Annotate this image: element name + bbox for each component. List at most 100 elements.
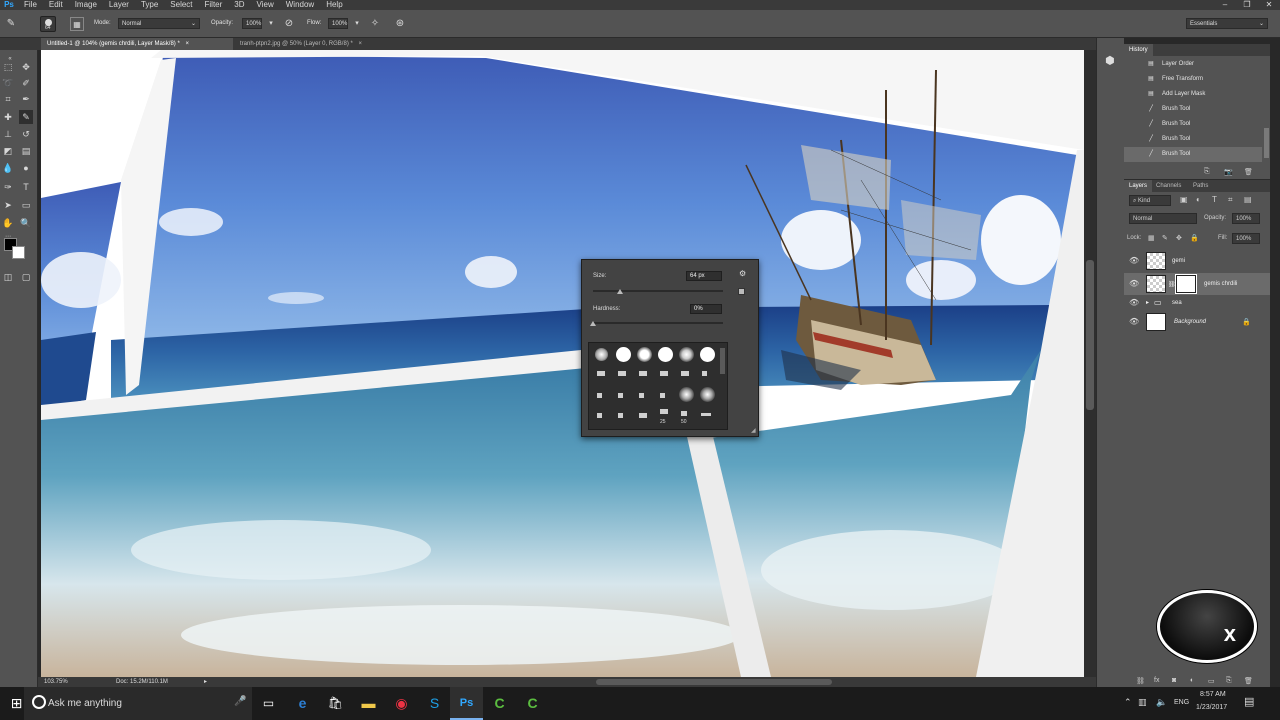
- gear-icon[interactable]: ⚙: [739, 269, 746, 278]
- network-icon[interactable]: ▥: [1138, 697, 1147, 708]
- tab-history[interactable]: History: [1124, 44, 1153, 56]
- link-layers-icon[interactable]: ⛓: [1136, 677, 1145, 685]
- flow-input[interactable]: 100%: [328, 18, 348, 29]
- brush-preset-hard-round-2[interactable]: [658, 347, 673, 362]
- size-slider-knob[interactable]: [617, 289, 624, 294]
- lasso-tool-icon[interactable]: ➰: [1, 76, 15, 90]
- menu-view[interactable]: View: [251, 0, 280, 10]
- brush-preset-tip[interactable]: [639, 413, 647, 418]
- cortana-search-box[interactable]: Ask me anything 🎤: [24, 687, 252, 720]
- history-scroll-thumb[interactable]: [1264, 128, 1269, 158]
- brush-preset-tip[interactable]: [597, 371, 605, 376]
- chrome-icon[interactable]: ◉: [385, 687, 418, 720]
- clone-stamp-tool-icon[interactable]: ⊥: [1, 127, 15, 141]
- filter-type-icon[interactable]: T: [1212, 195, 1217, 204]
- menu-layer[interactable]: Layer: [103, 0, 135, 10]
- brush-preset-tip[interactable]: [702, 371, 707, 376]
- brush-preset-tip[interactable]: [597, 413, 602, 418]
- menu-3d[interactable]: 3D: [228, 0, 250, 10]
- crop-tool-icon[interactable]: ⌗: [1, 92, 15, 106]
- mode-select[interactable]: Normal ⌄: [118, 18, 200, 29]
- type-tool-icon[interactable]: T: [19, 180, 33, 194]
- eye-icon[interactable]: 👁: [1129, 298, 1139, 308]
- filter-pixel-icon[interactable]: ▣: [1180, 195, 1188, 204]
- tab-paths[interactable]: Paths: [1188, 180, 1213, 192]
- blur-tool-icon[interactable]: 💧: [1, 161, 15, 175]
- menu-window[interactable]: Window: [280, 0, 320, 10]
- layer-row-gemis-chrdili[interactable]: 👁 ⛓ gemis chrdili: [1124, 273, 1270, 295]
- new-group-icon[interactable]: ▭: [1208, 677, 1215, 685]
- filter-smart-object-icon[interactable]: ▤: [1244, 195, 1252, 204]
- blend-mode-select[interactable]: Normal: [1129, 213, 1197, 224]
- gradient-tool-icon[interactable]: ▤: [19, 144, 33, 158]
- status-menu-arrow-icon[interactable]: ▸: [204, 677, 207, 687]
- trash-icon[interactable]: 🗑: [1244, 168, 1253, 176]
- history-item[interactable]: ▤ Layer Order: [1124, 57, 1262, 72]
- brush-preset-picker[interactable]: 64: [40, 16, 56, 32]
- workspace-select[interactable]: Essentials ⌄: [1186, 18, 1268, 29]
- filter-shape-icon[interactable]: ⌗: [1228, 195, 1233, 205]
- pressure-opacity-icon[interactable]: ⊘: [282, 17, 296, 31]
- layer-filter-select[interactable]: ⌕ Kind: [1129, 195, 1171, 206]
- brush-preset-soft-round[interactable]: [637, 347, 652, 362]
- hardness-input[interactable]: 0%: [690, 304, 722, 314]
- layer-style-fx-icon[interactable]: fx: [1154, 677, 1159, 684]
- camtasia-icon[interactable]: C: [516, 687, 549, 720]
- microphone-icon[interactable]: 🎤: [234, 696, 246, 707]
- expand-group-icon[interactable]: ▸: [1146, 299, 1149, 306]
- brush-preset-tip[interactable]: [660, 409, 668, 414]
- opacity-dropdown-icon[interactable]: ▾: [264, 17, 278, 31]
- skype-icon[interactable]: S: [418, 687, 451, 720]
- task-view-icon[interactable]: ▭: [252, 687, 285, 720]
- add-mask-icon[interactable]: ◙: [1172, 677, 1176, 684]
- presets-scroll-thumb[interactable]: [720, 348, 725, 374]
- size-input[interactable]: 64 px: [686, 271, 722, 281]
- marquee-tool-icon[interactable]: ⬚: [1, 60, 15, 74]
- horizontal-scroll-thumb[interactable]: [596, 679, 832, 685]
- close-icon[interactable]: ×: [359, 41, 363, 47]
- layer-opacity-input[interactable]: 100%: [1232, 213, 1260, 224]
- screen-mode-icon[interactable]: ▢: [19, 270, 33, 284]
- tab-untitled-1[interactable]: Untitled-1 @ 104% (gemis chrdili, Layer …: [41, 38, 233, 50]
- lock-pixels-icon[interactable]: ✎: [1162, 234, 1168, 242]
- quick-select-tool-icon[interactable]: ✐: [19, 76, 33, 90]
- tab-layers[interactable]: Layers: [1124, 180, 1153, 192]
- pressure-size-icon[interactable]: ⊛: [393, 17, 407, 31]
- brush-preset-tip[interactable]: [618, 371, 626, 376]
- eye-icon[interactable]: 👁: [1129, 317, 1139, 327]
- edge-browser-icon[interactable]: e: [286, 687, 319, 720]
- menu-image[interactable]: Image: [69, 0, 103, 10]
- new-document-from-state-icon[interactable]: ⎘: [1204, 168, 1210, 176]
- brush-preset-tip[interactable]: [639, 371, 647, 376]
- menu-filter[interactable]: Filter: [199, 0, 229, 10]
- close-overlay-button[interactable]: x: [1157, 590, 1257, 663]
- camtasia-recorder-icon[interactable]: C: [483, 687, 516, 720]
- tab-channels[interactable]: Channels: [1151, 180, 1186, 192]
- clock-time[interactable]: 8:57 AM: [1200, 691, 1226, 698]
- action-center-icon[interactable]: ▤: [1244, 695, 1254, 708]
- menu-select[interactable]: Select: [164, 0, 198, 10]
- brush-preset-hard-round[interactable]: [616, 347, 631, 362]
- pen-tool-icon[interactable]: ✑: [1, 180, 15, 194]
- flow-dropdown-icon[interactable]: ▾: [350, 17, 364, 31]
- eye-icon[interactable]: 👁: [1129, 279, 1139, 289]
- brush-panel-toggle-icon[interactable]: ▦: [70, 17, 84, 31]
- show-hidden-icons-icon[interactable]: ⌃: [1124, 697, 1132, 708]
- eye-icon[interactable]: 👁: [1129, 256, 1139, 266]
- vertical-scrollbar[interactable]: [1084, 50, 1096, 677]
- menu-type[interactable]: Type: [135, 0, 164, 10]
- scroll-thumb[interactable]: [1086, 260, 1094, 410]
- opacity-input[interactable]: 100%: [242, 18, 262, 29]
- history-brush-tool-icon[interactable]: ↺: [19, 127, 33, 141]
- brush-preset-tip[interactable]: [618, 413, 623, 418]
- hardness-slider-track[interactable]: [593, 322, 723, 324]
- brush-preset-tip[interactable]: [681, 411, 687, 416]
- close-window-icon[interactable]: ✕: [1258, 0, 1280, 10]
- document-canvas[interactable]: [41, 50, 1084, 677]
- healing-brush-tool-icon[interactable]: ✚: [1, 110, 15, 124]
- size-slider-track[interactable]: [593, 290, 723, 292]
- history-item[interactable]: ▤ Free Transform: [1124, 72, 1262, 87]
- language-indicator[interactable]: ENG: [1174, 699, 1189, 706]
- background-color-swatch[interactable]: [12, 246, 25, 259]
- menu-edit[interactable]: Edit: [43, 0, 69, 10]
